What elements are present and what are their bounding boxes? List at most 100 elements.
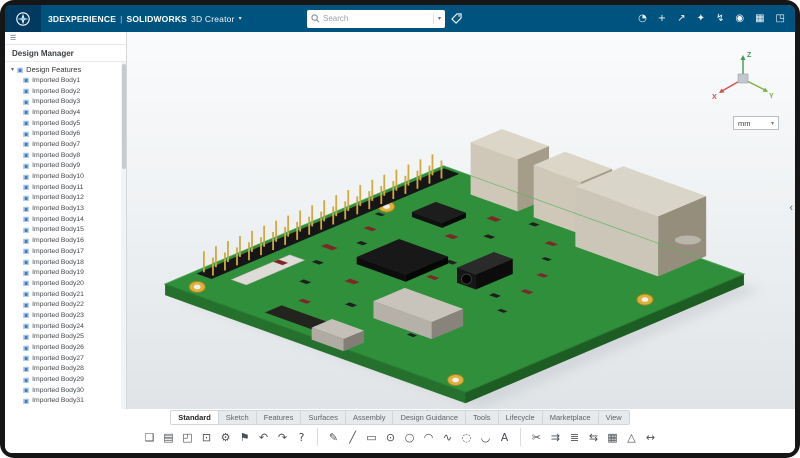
body-icon: ▣ [23,140,29,148]
sketch-fillet-icon[interactable]: ◡ [477,428,494,446]
tree-item[interactable]: ▣ Imported Body17 [5,246,126,257]
collapse-panel-icon[interactable]: ‹ [789,202,793,214]
tree-item[interactable]: ▣ Imported Body6 [5,128,126,139]
tree-root-label: Design Features [26,65,81,74]
tree-item[interactable]: ▣ Imported Body2 [5,86,126,97]
corner-rectangle-icon[interactable]: ▭ [363,428,380,446]
tree-item[interactable]: ▣ Imported Body5 [5,118,126,129]
smart-dimension-icon[interactable]: ↔ [642,428,659,446]
tree-item[interactable]: ▣ Imported Body24 [5,321,126,332]
tree-item[interactable]: ▣ Imported Body1 [5,75,126,86]
trim-entities-icon[interactable]: ✂ [528,428,545,446]
tree-item[interactable]: ▣ Imported Body23 [5,310,126,321]
tag-icon[interactable] [451,13,462,24]
tab-surfaces[interactable]: Surfaces [300,411,345,424]
convert-entities-icon[interactable]: ⇉ [547,428,564,446]
tree-item[interactable]: ▣ Imported Body3 [5,96,126,107]
tree-item[interactable]: ▣ Imported Body8 [5,150,126,161]
tree-item[interactable]: ▣ Imported Body16 [5,235,126,246]
panel-menu-icon[interactable]: ☰ [10,34,16,42]
toolbar: ❏▤◰⊡⚙⚑↶↷? ✎╱▭⊙○◠∿◌◡A ✂⇉≣⇆▦△↔ [134,428,666,446]
tree-item[interactable]: ▣ Imported Body13 [5,203,126,214]
tab-lifecycle[interactable]: Lifecycle [498,411,542,424]
redo-icon[interactable]: ↷ [274,428,291,446]
undo-icon[interactable]: ↶ [255,428,272,446]
tree-item[interactable]: ▣ Imported Body12 [5,193,126,204]
tree-item[interactable]: ▣ Imported Body25 [5,332,126,343]
add-icon[interactable]: + [658,14,666,24]
linear-pattern-icon[interactable]: ▦ [604,428,621,446]
app-name[interactable]: 3D Creator [191,14,235,24]
body-icon: ▣ [23,226,29,234]
scrollbar-thumb[interactable] [122,64,126,169]
mirror-entities-icon[interactable]: ⇆ [585,428,602,446]
tree-item[interactable]: ▣ Imported Body19 [5,267,126,278]
tab-tools[interactable]: Tools [465,411,498,424]
tree-item[interactable]: ▣ Imported Body22 [5,299,126,310]
chevron-down-icon[interactable]: ▾ [239,15,242,22]
polygon-icon[interactable]: △ [623,428,640,446]
sketch-icon[interactable]: ✎ [325,428,342,446]
tab-standard[interactable]: Standard [171,411,218,424]
tree-item[interactable]: ▣ Imported Body11 [5,182,126,193]
main-content: ☰ Design Manager ▾ ▣ Design Features ▣ I… [5,32,795,409]
body-icon: ▣ [23,333,29,341]
tree-item[interactable]: ▣ Imported Body4 [5,107,126,118]
tag-icon[interactable]: ⚑ [236,428,253,446]
flash-icon[interactable]: ↯ [716,14,724,24]
tree-item[interactable]: ▣ Imported Body14 [5,214,126,225]
tree-item[interactable]: ▣ Imported Body30 [5,385,126,396]
tree-item[interactable]: ▣ Imported Body18 [5,257,126,268]
text-icon[interactable]: A [496,428,513,446]
share-icon[interactable]: ↗ [677,14,685,24]
tree-item[interactable]: ▣ Imported Body27 [5,353,126,364]
tree-item[interactable]: ▣ Imported Body9 [5,161,126,172]
3dexperience-logo[interactable] [5,5,41,32]
orientation-triad[interactable]: Z X Y [705,46,781,110]
compass-icon[interactable]: ◔ [638,14,647,24]
tab-sketch[interactable]: Sketch [218,411,256,424]
search-chevron-down-icon[interactable]: ▾ [433,14,441,24]
user-icon[interactable]: ◉ [735,14,744,24]
tab-assembly[interactable]: Assembly [345,411,393,424]
circle-icon[interactable]: ⊙ [382,428,399,446]
brand: 3DEXPERIENCE | SOLIDWORKS 3D Creator ▾ [48,14,242,24]
line-icon[interactable]: ╱ [344,428,361,446]
perimeter-circle-icon[interactable]: ○ [401,428,418,446]
search-input[interactable] [323,14,430,23]
centerpoint-arc-icon[interactable]: ◠ [420,428,437,446]
tab-view[interactable]: View [598,411,629,424]
tree-item[interactable]: ▣ Imported Body21 [5,289,126,300]
caret-down-icon[interactable]: ▾ [11,66,14,73]
tree-item[interactable]: ▣ Imported Body26 [5,342,126,353]
print-icon[interactable]: ⊡ [198,428,215,446]
tab-design-guidance[interactable]: Design Guidance [392,411,465,424]
tree-item[interactable]: ▣ Imported Body28 [5,364,126,375]
collaboration-icon[interactable]: ✦ [697,14,705,24]
fullscreen-icon[interactable]: ◳ [776,14,785,24]
tab-features[interactable]: Features [256,411,301,424]
search-box[interactable]: ▾ [307,10,445,28]
body-icon: ▣ [23,98,29,106]
tree-item[interactable]: ▣ Imported Body15 [5,225,126,236]
tree-item[interactable]: ▣ Imported Body10 [5,171,126,182]
open-icon[interactable]: ▤ [160,428,177,446]
tree-item[interactable]: ▣ Imported Body31 [5,396,126,407]
settings-icon[interactable]: ⚙ [217,428,234,446]
apps-grid-icon[interactable]: ▦ [755,14,764,24]
ellipse-icon[interactable]: ◌ [458,428,475,446]
help-icon[interactable]: ? [293,428,310,446]
tree-item[interactable]: ▣ Imported Body7 [5,139,126,150]
tree-item[interactable]: ▣ Imported Body20 [5,278,126,289]
units-dropdown[interactable]: mm ▾ [733,116,779,130]
3d-model-raspberry-pi[interactable] [127,32,795,409]
ribbon-tabs: StandardSketchFeaturesSurfacesAssemblyDe… [170,410,629,425]
tab-marketplace[interactable]: Marketplace [542,411,598,424]
new-icon[interactable]: ❏ [141,428,158,446]
offset-entities-icon[interactable]: ≣ [566,428,583,446]
tree-item[interactable]: ▣ Imported Body29 [5,374,126,385]
feature-tree: ▾ ▣ Design Features ▣ Imported Body1 ▣ I… [5,62,126,409]
tree-root-design-features[interactable]: ▾ ▣ Design Features [5,64,126,75]
spline-icon[interactable]: ∿ [439,428,456,446]
save-icon[interactable]: ◰ [179,428,196,446]
